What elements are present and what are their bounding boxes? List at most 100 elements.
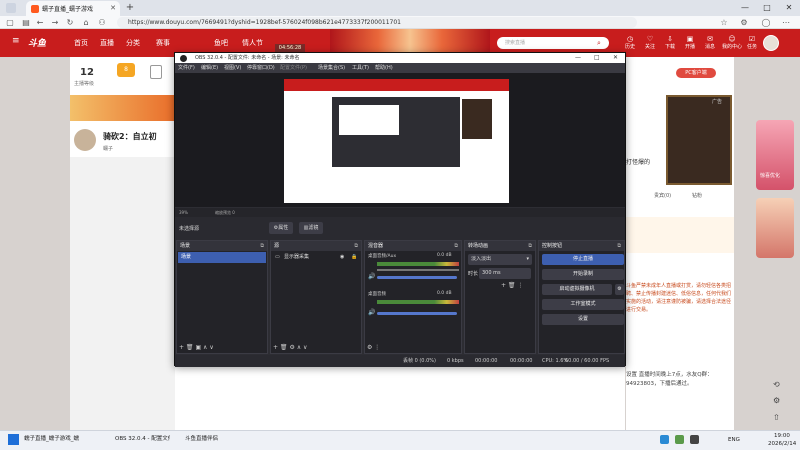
obs-maximize-button[interactable]: □ [594,53,600,63]
follow-button[interactable]: ♡ 关注 [642,35,658,50]
right-tab-guest[interactable]: 贵宾(0) [654,192,671,199]
right-tab-diamond[interactable]: 钻粉 [692,192,702,199]
eye-icon[interactable]: ◉ [340,252,344,263]
settings-icon[interactable]: ⚙ [773,396,780,405]
game-ad-image[interactable] [666,95,732,185]
obs-minimize-button[interactable]: — [575,53,581,63]
nav-home[interactable]: 首页 [74,38,88,48]
menu-icon[interactable]: ⋯ [780,17,792,28]
side-ad-top[interactable] [756,120,794,190]
duration-input[interactable]: 300 ms [479,268,531,279]
gift-banner[interactable] [626,217,734,253]
volume-slider[interactable] [377,312,457,315]
my-center-button[interactable]: ☺ 我的中心 [722,35,742,50]
transition-select[interactable]: 淡入淡出 ▾ [468,254,532,265]
virtual-camera-settings-icon[interactable]: ⚙ [615,284,624,295]
tray-icon[interactable] [690,435,699,444]
video-player-area[interactable] [70,157,175,430]
obs-menu-profile[interactable]: 配置文件(P) [280,63,307,73]
clock-time[interactable]: 19:00 [774,433,790,439]
shield-icon[interactable] [150,65,162,79]
filters-button[interactable]: ▥滤镜 [299,222,323,234]
extensions-icon[interactable]: ⚙ [738,17,750,28]
pc-client-button[interactable]: PC客户端 [676,68,716,78]
taskbar-obs[interactable]: OBS 32.0.4 - 配置文件: 3 [115,434,170,442]
side-ad-bottom[interactable] [756,198,794,258]
scene-controls[interactable]: + 🗑 ▣ ∧ ∨ [179,344,214,351]
broadcast-button[interactable]: ▣ 开播 [682,35,698,50]
window-minimize-button[interactable]: — [734,0,756,16]
tab-actions-icon[interactable] [6,3,16,13]
nav-events[interactable]: 赛事 [156,38,170,48]
obs-menu-file[interactable]: 文件(F) [178,63,195,73]
obs-menu-scene-collection[interactable]: 场景集合(S) [318,63,345,73]
forward-icon[interactable]: → [49,17,61,28]
source-controls[interactable]: + 🗑 ⚙ ∧ ∨ [273,344,307,351]
nav-category[interactable]: 分类 [126,38,140,48]
streamer-name[interactable]: 蠕子 [103,145,113,152]
studio-mode-button[interactable]: 工作室模式 [542,299,624,310]
virtual-camera-button[interactable]: 启动虚拟摄像机 [542,284,612,295]
obs-menu-edit[interactable]: 编辑(E) [201,63,218,73]
settings-button[interactable]: 设置 [542,314,624,325]
nav-live[interactable]: 直播 [100,38,114,48]
task-button[interactable]: ☑ 任务 [744,35,760,50]
dock-icon[interactable]: ⧉ [454,241,458,251]
dock-icon[interactable]: ⧉ [260,241,264,251]
clock-date[interactable]: 2026/2/14 [768,441,796,447]
obs-close-button[interactable]: ✕ [613,53,618,63]
speaker-icon[interactable]: 🔊 [368,273,375,280]
obs-menu-dock[interactable]: 停靠窗口(D) [247,63,275,73]
scene-item[interactable]: 场景 [178,252,266,263]
nav-fishbar[interactable]: 鱼吧 [214,38,228,48]
obs-menu-tools[interactable]: 工具(T) [352,63,369,73]
stop-streaming-button[interactable]: 停止直播 [542,254,624,265]
obs-preview-canvas[interactable] [284,79,509,203]
properties-button[interactable]: ⚙属性 [269,222,293,234]
tabs-icon[interactable]: ▤ [20,17,32,28]
reload-icon[interactable]: ↻ [64,17,76,28]
transition-controls[interactable]: + 🗑 ⋮ [465,280,535,292]
extension-icon[interactable]: ⚇ [96,17,108,28]
scroll-top-icon[interactable]: ⇧ [773,413,780,422]
badge-count[interactable]: 8 [117,63,135,77]
site-search-input[interactable]: 搜索直播 [497,37,609,49]
taskbar-douyu-companion[interactable]: 斗鱼直播伴侣 [185,434,218,442]
address-bar[interactable]: https://www.douyu.com/7669491?dyshid=192… [117,17,637,28]
sidebar-icon[interactable]: ▢ [4,17,16,28]
bookmark-icon[interactable]: ☆ [718,17,730,28]
search-icon[interactable]: ⌕ [597,37,609,49]
back-icon[interactable]: ← [34,17,46,28]
history-button[interactable]: ◷ 历史 [622,35,638,50]
nav-valentine[interactable]: 情人节 [242,38,263,48]
input-language[interactable]: ENG [728,437,740,443]
browser-tab[interactable]: 蠕子直播_蠕子游戏 ✕ [26,1,120,16]
volume-slider[interactable] [377,276,457,279]
download-button[interactable]: ⇩ 下载 [662,35,678,50]
tray-icon[interactable] [660,435,669,444]
tab-close-icon[interactable]: ✕ [110,4,116,12]
promo-banner-image[interactable] [70,95,175,121]
lock-icon[interactable]: 🔒 [351,252,357,263]
message-button[interactable]: ✉ 消息 [702,35,718,50]
start-recording-button[interactable]: 开始录制 [542,269,624,280]
site-logo[interactable]: 斗鱼 [28,36,46,49]
obs-menu-help[interactable]: 帮助(H) [375,63,393,73]
tray-icon[interactable] [675,435,684,444]
taskbar-browser[interactable]: 蠕子直播_蠕子游戏_蠕 [24,434,96,442]
new-tab-button[interactable]: + [124,2,136,14]
menu-icon[interactable]: ≡ [12,36,20,46]
windows-start-icon[interactable] [8,434,19,445]
speaker-icon[interactable]: 🔊 [368,309,375,316]
mixer-controls[interactable]: ⚙ ⋮ [367,344,380,351]
streamer-avatar[interactable] [74,129,96,151]
obs-menu-view[interactable]: 视图(V) [224,63,241,73]
window-close-button[interactable]: ✕ [778,0,800,16]
window-maximize-button[interactable]: □ [756,0,778,16]
refresh-icon[interactable]: ⟲ [773,380,780,389]
dock-icon[interactable]: ⧉ [617,241,621,251]
dock-icon[interactable]: ⧉ [528,241,532,251]
home-icon[interactable]: ⌂ [80,17,92,28]
avatar[interactable] [763,35,779,51]
source-item[interactable]: ▭ 显示器采集 ◉ 🔒 [272,252,360,263]
